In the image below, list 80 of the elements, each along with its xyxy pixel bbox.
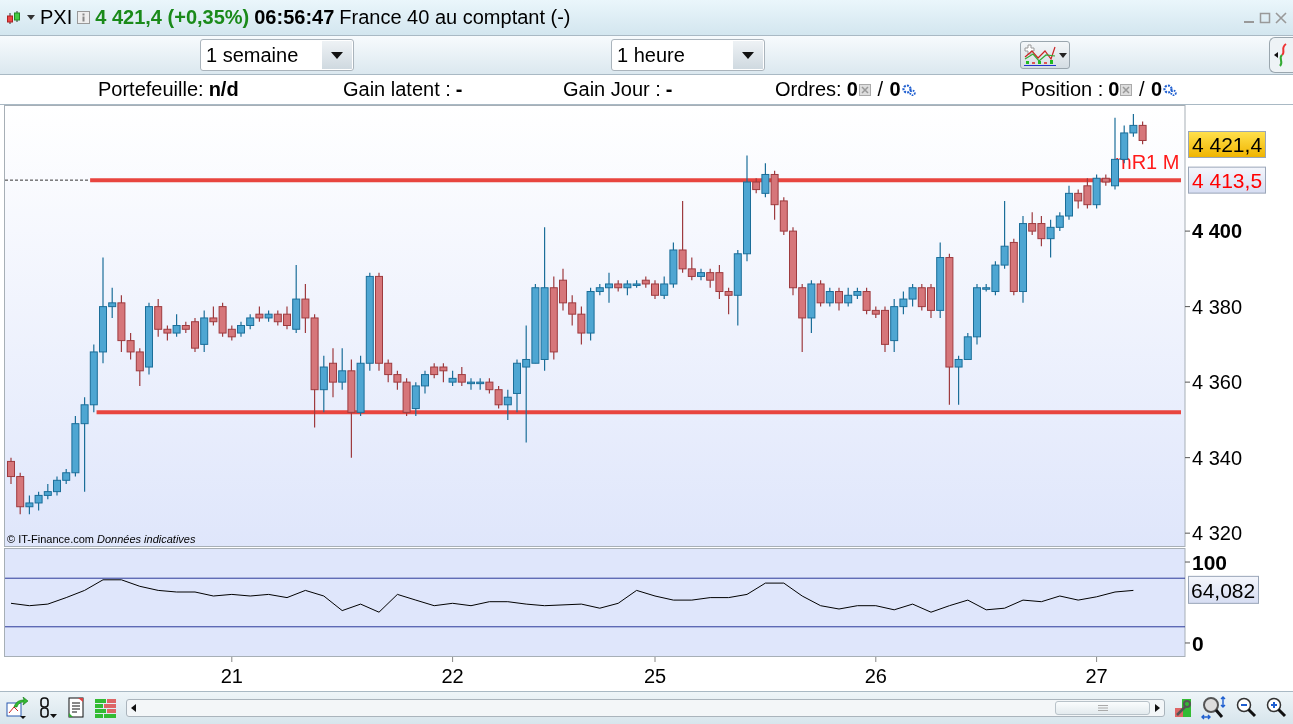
stat-value: 0 xyxy=(1108,78,1120,101)
horizontal-line[interactable] xyxy=(90,178,1181,183)
candlestick xyxy=(1138,121,1147,145)
crossed-box-icon[interactable] xyxy=(1120,83,1133,96)
disclaimer-text: Données indicatives xyxy=(97,533,196,545)
axis-label: 4 320 xyxy=(1192,522,1243,545)
caret-icon xyxy=(742,51,754,59)
price-quote: 4 421,4 (+0,35%) xyxy=(95,6,250,29)
candlestick-icon[interactable] xyxy=(6,9,22,26)
candlestick xyxy=(908,283,917,308)
stat-label: Gain Jour : xyxy=(563,78,661,101)
caret-icon xyxy=(1059,52,1067,58)
stat-value: n/d xyxy=(208,78,239,101)
stat-value: 0 xyxy=(889,78,901,101)
axis-label: 27 xyxy=(1085,665,1108,687)
axis-label: 25 xyxy=(643,665,667,687)
gears-icon[interactable] xyxy=(1163,83,1178,96)
candlestick xyxy=(825,287,834,308)
stat-label: Position : xyxy=(1021,78,1104,101)
axis-label: 21 xyxy=(220,665,243,687)
instrument-name: France 40 au comptant (-) xyxy=(339,6,571,29)
axis-label: 0 xyxy=(1192,632,1204,655)
chart-export-icon[interactable] xyxy=(6,697,28,719)
scrollbar-thumb[interactable] xyxy=(1055,701,1150,715)
candlestick xyxy=(34,491,43,512)
side-tab[interactable] xyxy=(1269,37,1293,73)
separator: / xyxy=(876,78,884,101)
stat-value: - xyxy=(455,78,463,101)
candlestick xyxy=(770,170,779,221)
caret-icon[interactable] xyxy=(27,15,35,20)
zoom-out-icon[interactable] xyxy=(1235,697,1257,719)
stat-label: Gain latent : xyxy=(343,78,451,101)
candlestick xyxy=(439,362,448,383)
stat-label: Ordres: xyxy=(775,78,842,101)
wrench-icon[interactable] xyxy=(1173,697,1193,719)
stat-value: 0 xyxy=(1151,78,1163,101)
symbol: PXI xyxy=(40,6,73,29)
candlestick xyxy=(246,313,255,330)
candlestick xyxy=(485,377,494,395)
zoom-fit-icon[interactable] xyxy=(1201,696,1227,720)
gears-icon[interactable] xyxy=(901,83,916,96)
bricks-icon[interactable] xyxy=(94,697,118,719)
stat-value: - xyxy=(665,78,673,101)
stat-label: Portefeuille: xyxy=(98,78,204,101)
candlestick xyxy=(494,385,503,410)
value-tag: 64,082 xyxy=(1188,575,1259,604)
axis-label: 100 xyxy=(1192,551,1228,574)
candlestick xyxy=(577,306,586,345)
crossed-box-icon[interactable] xyxy=(858,83,871,96)
scrollbar[interactable] xyxy=(126,699,1165,717)
last-price-tag: 4 421,4 xyxy=(1188,131,1266,158)
price-tag: 4 413,5 xyxy=(1188,166,1266,194)
period-dropdown[interactable]: 1 semaine xyxy=(200,39,354,71)
candlestick xyxy=(255,306,264,323)
indicator-button[interactable] xyxy=(1020,41,1070,69)
candlestick xyxy=(273,309,282,327)
candlestick xyxy=(43,483,52,500)
document-icon[interactable] xyxy=(66,697,86,719)
quote-time: 06:56:47 xyxy=(254,6,335,29)
axis-label: 4 400 xyxy=(1192,220,1243,243)
caret-icon xyxy=(331,51,343,59)
copyright-text: © IT-Finance.com xyxy=(7,533,94,545)
candlestick xyxy=(1037,215,1046,247)
indicator-chart-icon xyxy=(1023,43,1057,67)
axis-label: 4 340 xyxy=(1192,446,1243,469)
candlestick xyxy=(568,294,577,327)
axis-label: 26 xyxy=(864,665,887,687)
candlestick xyxy=(798,283,807,353)
period-dropdown[interactable]: 1 heure xyxy=(611,39,765,71)
axis-label: 4 380 xyxy=(1192,295,1243,318)
info-icon[interactable] xyxy=(77,11,91,24)
candlestick xyxy=(264,309,273,323)
separator: / xyxy=(1137,78,1146,101)
zoom-in-icon[interactable] xyxy=(1265,697,1287,719)
candlestick xyxy=(476,377,485,391)
axis-label: 22 xyxy=(441,665,464,687)
candlestick xyxy=(917,283,926,311)
axis-label: 4 360 xyxy=(1192,371,1243,394)
stat-value: 0 xyxy=(846,78,858,101)
candlestick xyxy=(448,370,457,387)
